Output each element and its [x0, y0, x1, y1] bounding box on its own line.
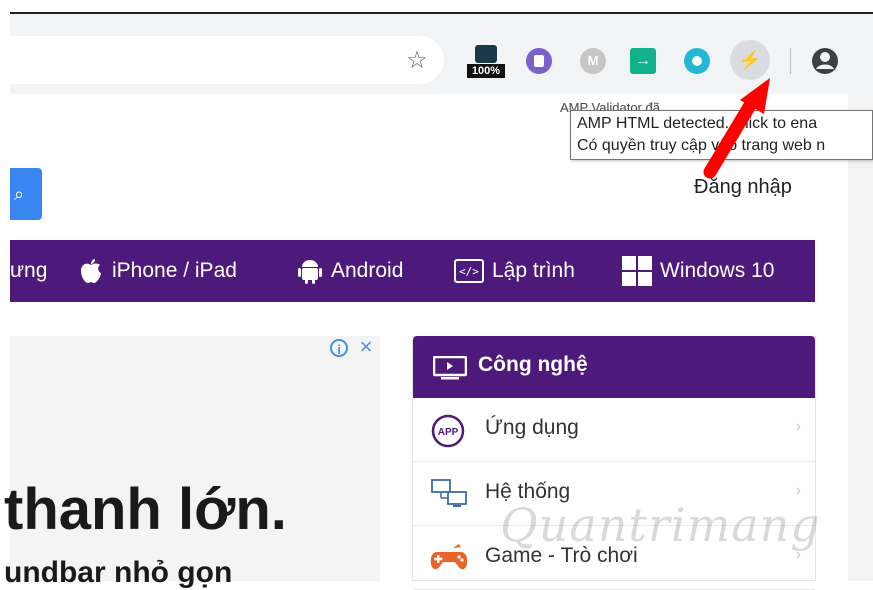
ad-subheadline: undbar nhỏ gọn [4, 556, 233, 589]
watermark-logo: Quantrimang [500, 498, 821, 552]
purple-extension-icon[interactable] [526, 48, 552, 74]
toolbar-divider [790, 48, 791, 74]
system-icon [431, 479, 467, 507]
apple-icon [81, 259, 101, 284]
nav-item-ung[interactable]: ưng [10, 240, 47, 302]
star-icon[interactable]: ☆ [402, 46, 432, 76]
category-panel-header [413, 336, 815, 398]
red-arrow-annotation [703, 78, 770, 179]
gamepad-icon [430, 544, 468, 570]
page-side-margin [848, 94, 873, 581]
category-panel-title: Công nghệ [478, 353, 588, 376]
address-bar[interactable] [10, 36, 444, 84]
monitor-icon [433, 356, 467, 380]
windows-icon [622, 256, 652, 287]
search-button[interactable]: ⌕ [10, 168, 42, 220]
search-icon: ⌕ [14, 184, 25, 204]
nav-item-android[interactable]: Android [297, 240, 403, 302]
svg-text:</>: </> [459, 265, 479, 278]
android-icon [298, 260, 322, 285]
close-icon[interactable]: × [355, 336, 377, 358]
cyan-extension-icon[interactable] [684, 48, 710, 74]
code-icon: </> [454, 259, 484, 284]
nav-item-windows[interactable]: Windows 10 [622, 240, 774, 302]
ad-headline: thanh lớn. [4, 477, 287, 542]
category-item-ung-dung[interactable]: APP Ứng dụng › [413, 398, 815, 462]
nav-item-iphone[interactable]: iPhone / iPad [78, 240, 237, 302]
advertisement[interactable] [10, 336, 380, 581]
nav-item-lap-trinh[interactable]: </> Lập trình [454, 240, 575, 302]
zoom-extension-icon[interactable]: 100% [467, 45, 505, 79]
svg-text:APP: APP [438, 427, 459, 438]
chevron-right-icon: › [795, 418, 801, 435]
account-circle-icon[interactable] [810, 46, 840, 76]
category-nav: ưng iPhone / iPad Android </> Lập trình … [10, 240, 815, 302]
zoom-extension-label: 100% [467, 64, 505, 78]
app-icon: APP [431, 414, 465, 448]
green-arrow-extension-icon[interactable]: → [630, 48, 656, 74]
gray-extension-icon[interactable]: M [580, 48, 606, 74]
ad-info-icon[interactable]: i [330, 339, 348, 357]
